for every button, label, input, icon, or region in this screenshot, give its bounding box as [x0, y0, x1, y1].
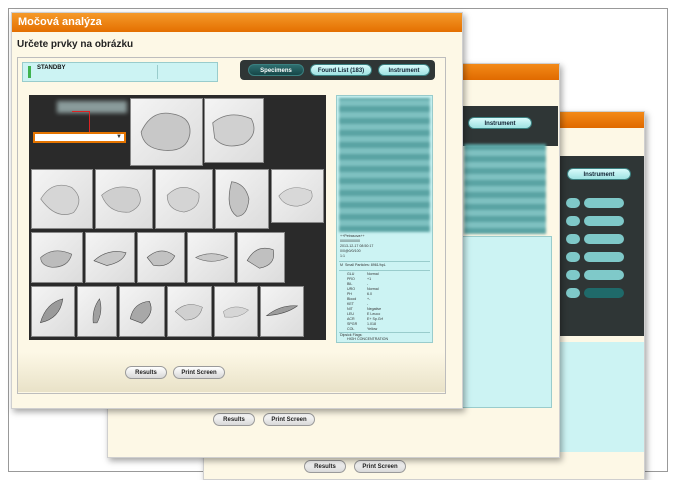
specimen-image[interactable] [237, 232, 285, 283]
results-button[interactable]: Results [125, 366, 167, 379]
tab-bar: Specimens Found List (183) Instrument [240, 60, 435, 80]
print-screen-button[interactable]: Print Screen [263, 413, 315, 426]
tab-specimens[interactable]: Specimens [248, 64, 304, 76]
window-title: Močová analýza [12, 13, 462, 32]
flags-value: HIGH CONCENTRATION [347, 337, 389, 341]
specimen-image[interactable] [260, 286, 304, 337]
specimen-image[interactable] [271, 169, 324, 223]
tab-found-list[interactable]: Found List (183) [310, 64, 372, 76]
tab-instrument[interactable]: Instrument [567, 168, 631, 180]
page-heading: Určete prvky na obrázku [17, 39, 134, 50]
chevron-down-icon: ▼ [116, 134, 122, 140]
results-button[interactable]: Results [304, 460, 346, 473]
specimen-image[interactable] [204, 98, 264, 163]
print-screen-button[interactable]: Print Screen [354, 460, 406, 473]
results-button[interactable]: Results [213, 413, 255, 426]
specimen-image[interactable] [137, 232, 185, 283]
status-text: STANDBY [37, 65, 66, 71]
content-panel: STANDBY Specimens Found List (183) Instr… [17, 57, 446, 394]
back-side-panel [559, 156, 644, 336]
blurred-image [339, 98, 430, 232]
blurred-label [57, 101, 127, 113]
blurred-image [464, 144, 546, 234]
specimen-image[interactable] [77, 286, 117, 337]
particles-line: M Small Particles: 8961/hpL [340, 263, 386, 267]
id-line: 1:1 [340, 254, 345, 258]
bottom-toolbar: Results Print Screen [18, 352, 445, 392]
specimen-image[interactable] [85, 232, 135, 283]
specimen-image-grid: ▼ [29, 95, 326, 340]
specimen-image[interactable] [215, 169, 269, 229]
specimen-image[interactable] [214, 286, 258, 337]
status-box: STANDBY [22, 62, 218, 82]
result-name: COL [347, 327, 355, 331]
tab-instrument[interactable]: Instrument [378, 64, 430, 76]
specimen-image[interactable] [187, 232, 235, 283]
tab-instrument[interactable]: Instrument [468, 117, 532, 129]
specimen-image[interactable] [130, 98, 203, 166]
back-info-panel [460, 236, 552, 408]
result-value: Yellow [367, 327, 378, 331]
specimen-image[interactable] [167, 286, 212, 337]
specimen-info-panel: ++Petrasova++ 0000000000 2013-12-17 08:5… [336, 95, 433, 343]
back-info-panel [559, 342, 644, 452]
main-window: Močová analýza Určete prvky na obrázku S… [11, 12, 463, 409]
specimen-image[interactable] [95, 169, 153, 229]
specimen-image[interactable] [31, 232, 83, 283]
specimen-image[interactable] [31, 286, 75, 337]
print-screen-button[interactable]: Print Screen [173, 366, 225, 379]
classification-dropdown[interactable]: ▼ [33, 132, 126, 143]
specimen-image[interactable] [119, 286, 165, 337]
status-indicator [28, 66, 31, 78]
specimen-image[interactable] [155, 169, 213, 229]
specimen-image[interactable] [31, 169, 93, 229]
